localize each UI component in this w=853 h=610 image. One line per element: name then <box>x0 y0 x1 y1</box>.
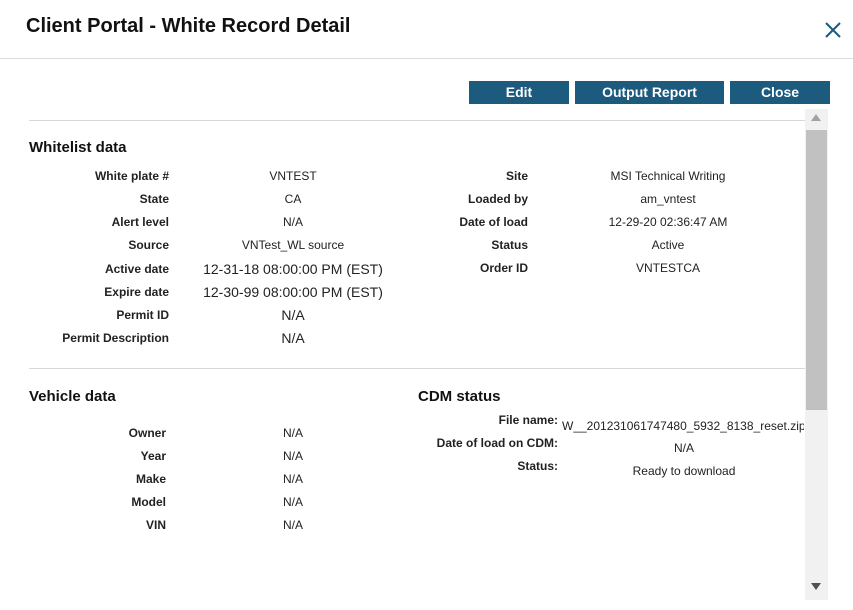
scroll-down-icon[interactable] <box>811 583 821 590</box>
loaded-by-value: am_vntest <box>640 192 696 206</box>
source-label: Source <box>128 238 169 252</box>
status-value: Active <box>651 238 685 252</box>
state-label: State <box>139 192 169 206</box>
toolbar: Edit Output Report Close <box>0 81 853 105</box>
cdm-status-label: Status: <box>517 459 558 473</box>
order-id-label: Order ID <box>479 261 528 275</box>
loaded-by-label: Loaded by <box>467 192 528 206</box>
cdm-section-title: CDM status <box>418 388 501 405</box>
alert-level-label: Alert level <box>111 215 169 229</box>
edit-button[interactable]: Edit <box>469 81 569 104</box>
close-button[interactable]: Close <box>730 81 830 104</box>
output-report-button[interactable]: Output Report <box>575 81 724 104</box>
vin-label: VIN <box>145 518 166 532</box>
dialog-header: Client Portal - White Record Detail <box>0 0 853 59</box>
model-value: N/A <box>282 495 303 509</box>
alert-level-value: N/A <box>282 215 303 229</box>
date-of-load-value: 12-29-20 02:36:47 AM <box>608 215 728 229</box>
model-label: Model <box>131 495 166 509</box>
owner-label: Owner <box>128 426 166 440</box>
expire-date-value: 12-30-99 08:00:00 PM (EST) <box>203 284 383 300</box>
status-label: Status <box>491 238 528 252</box>
source-value: VNTest_WL source <box>241 238 345 252</box>
vin-value: N/A <box>282 518 303 532</box>
state-value: CA <box>284 192 302 206</box>
file-name-value: W__201231061747480_5932_8138_reset.zip <box>562 419 804 433</box>
file-name-container: W__201231061747480_5932_8138_reset.zip <box>560 415 804 435</box>
scroll-up-icon[interactable] <box>811 114 821 121</box>
year-value: N/A <box>282 449 303 463</box>
make-value: N/A <box>282 472 303 486</box>
cdm-status-value: Ready to download <box>632 464 736 478</box>
permit-id-label: Permit ID <box>116 308 169 322</box>
file-name-label: File name: <box>498 413 558 427</box>
white-plate-value: VNTEST <box>269 169 317 183</box>
make-label: Make <box>135 472 166 486</box>
owner-value: N/A <box>282 426 303 440</box>
close-icon[interactable] <box>822 19 844 41</box>
permit-description-label: Permit Description <box>62 331 169 345</box>
order-id-value: VNTESTCA <box>635 261 700 275</box>
divider <box>29 368 805 369</box>
active-date-value: 12-31-18 08:00:00 PM (EST) <box>203 261 383 277</box>
date-of-load-cdm-value: N/A <box>673 441 694 455</box>
date-of-load-cdm-label: Date of load on CDM: <box>436 436 558 450</box>
expire-date-label: Expire date <box>104 285 169 299</box>
scrollbar-thumb[interactable] <box>806 130 827 410</box>
permit-id-value: N/A <box>281 307 305 323</box>
vehicle-section-title: Vehicle data <box>29 388 116 405</box>
dialog-title: Client Portal - White Record Detail <box>26 15 351 37</box>
site-label: Site <box>505 169 528 183</box>
whitelist-section-title: Whitelist data <box>29 139 127 156</box>
permit-description-value: N/A <box>281 330 305 346</box>
site-value: MSI Technical Writing <box>610 169 726 183</box>
divider <box>29 120 805 121</box>
active-date-label: Active date <box>104 262 169 276</box>
year-label: Year <box>140 449 166 463</box>
date-of-load-label: Date of load <box>459 215 528 229</box>
white-plate-label: White plate # <box>94 169 169 183</box>
